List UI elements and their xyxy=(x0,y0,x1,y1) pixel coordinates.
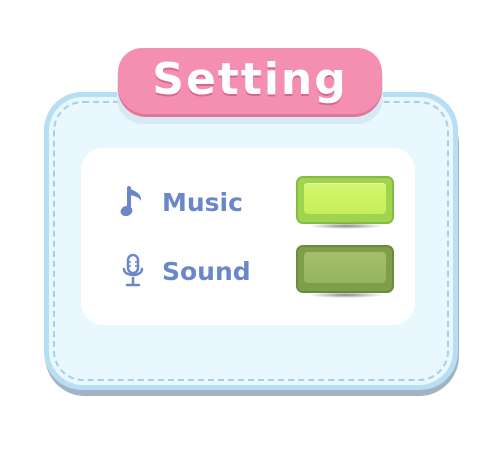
sound-toggle-button[interactable] xyxy=(296,245,394,293)
music-label: Music xyxy=(162,187,243,217)
settings-dialog: Setting Music Sound xyxy=(0,0,500,467)
dialog-title: Setting xyxy=(152,53,348,105)
music-toggle-button[interactable] xyxy=(296,176,394,224)
music-toggle-face xyxy=(304,183,386,214)
music-toggle-shadow xyxy=(308,223,384,229)
sound-label: Sound xyxy=(162,256,251,286)
title-banner: Setting xyxy=(118,48,382,114)
music-note-icon xyxy=(118,184,148,220)
sound-toggle-shadow xyxy=(308,292,384,298)
sound-toggle-face xyxy=(304,252,386,283)
settings-card xyxy=(81,148,415,325)
microphone-icon xyxy=(118,253,148,289)
sound-setting-row: Sound xyxy=(118,251,251,291)
music-setting-row: Music xyxy=(118,182,243,222)
